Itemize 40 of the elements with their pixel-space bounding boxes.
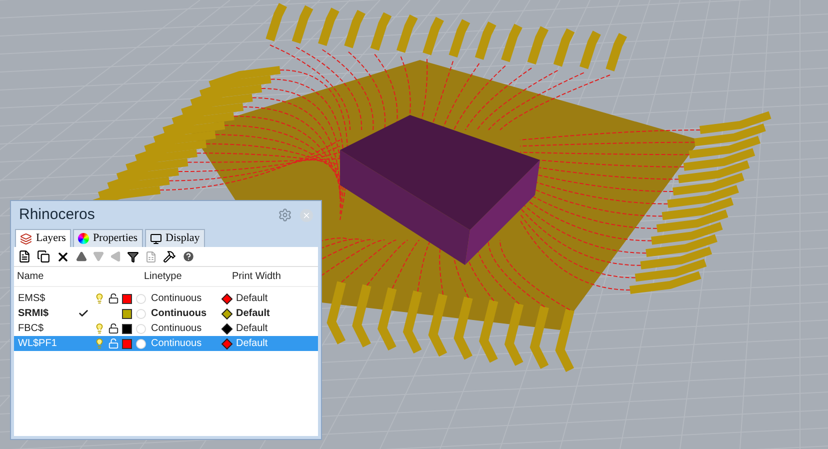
delete-icon[interactable] [56,250,70,264]
lock-icon[interactable] [108,293,118,304]
layer-color-swatch[interactable] [122,294,132,304]
monitor-icon [150,232,162,244]
new-layer-icon[interactable] [18,250,31,263]
linetype-text: Continuous [150,322,203,336]
layer-color-swatch[interactable] [122,324,132,334]
help-icon[interactable] [182,250,195,263]
layer-name: SRMI$ [17,307,50,321]
linetype-text: Continuous [150,337,203,351]
layer-row[interactable]: FBC$ Continuous Default [14,321,318,336]
column-header: Linetype [144,270,183,284]
panel-tab[interactable]: Properties [72,229,143,247]
print-width-text: Default [235,292,268,306]
linetype-text: Continuous [150,292,203,306]
panel-title: Rhinoceros [19,204,95,225]
layer-row[interactable]: EMS$ Continuous Default [14,291,318,306]
print-width-text: Default [235,322,268,336]
layer-name: FBC$ [17,322,45,336]
copy-icon[interactable] [37,250,50,263]
close-icon [302,210,311,220]
layer-color-swatch[interactable] [122,308,132,318]
print-width-text: Default [235,307,270,321]
hammer-icon[interactable] [163,250,176,263]
layer-name: WL$PF1 [17,337,58,351]
column-header: Print Width [231,270,281,284]
linetype-text: Continuous [150,307,208,321]
filter-icon[interactable] [127,250,139,262]
lightbulb-icon[interactable] [94,338,104,349]
layers-icon [20,232,32,244]
layer-name: EMS$ [17,292,46,306]
print-width-text: Default [235,337,268,351]
lock-icon[interactable] [108,323,118,334]
panel-tab[interactable]: Display [144,229,205,247]
color-wheel-icon [78,233,89,244]
panel-tab[interactable]: Layers [15,229,71,247]
column-header: Name [16,270,45,284]
layer-row[interactable]: SRMI$ Continuous Default [14,306,318,321]
layer-color-swatch[interactable] [122,338,132,348]
move-up-icon[interactable] [76,251,87,262]
